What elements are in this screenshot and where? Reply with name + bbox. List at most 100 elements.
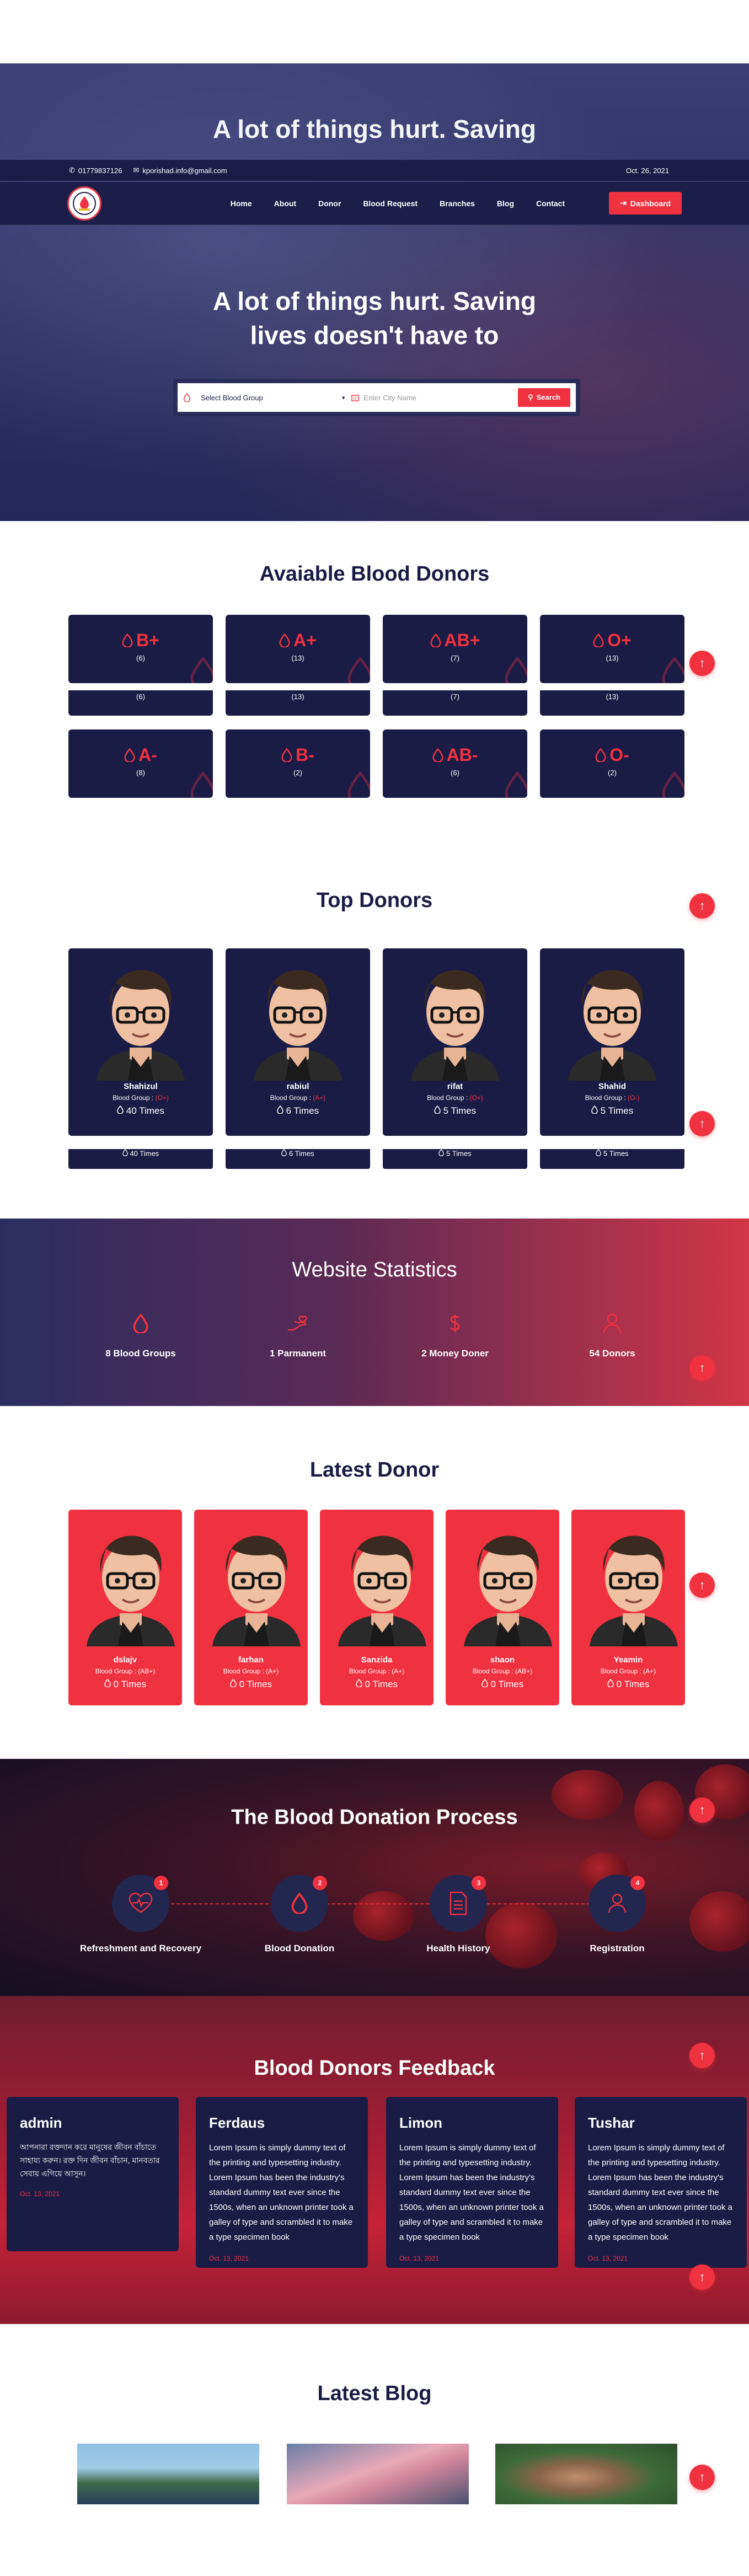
site-logo[interactable] <box>67 186 101 221</box>
blood-group-card-shadow: (7) <box>383 690 527 716</box>
blood-drop-icon <box>281 1149 287 1157</box>
blood-drop-icon <box>595 748 606 762</box>
search-button[interactable]: ⚲ Search <box>518 388 570 407</box>
top-donor-card[interactable]: rifat Blood Group : (O+) 5 Times <box>383 948 527 1136</box>
top-donor-card[interactable]: Shahid Blood Group : (O-) 5 Times <box>540 948 684 1136</box>
scroll-top-button[interactable]: ↑ <box>689 651 715 676</box>
search-bar: Select Blood Group ▾ Enter City Name ⚲ Se… <box>173 379 580 416</box>
blood-group-card[interactable]: O- (2) <box>540 729 684 798</box>
process-step-icon: 4 <box>588 1875 646 1932</box>
feedback-card: Tushar Lorem Ipsum is simply dummy text … <box>575 2097 747 2268</box>
nav-menu: Home About Donor Blood Request Branches … <box>101 199 565 208</box>
nav-home[interactable]: Home <box>231 199 252 208</box>
process-title: The Blood Donation Process <box>231 1806 518 1829</box>
blood-group-select[interactable]: Select Blood Group ▾ <box>183 393 345 402</box>
process-step-icon: 1 <box>112 1875 169 1932</box>
scroll-top-button[interactable]: ↑ <box>689 2264 715 2290</box>
arrow-up-icon: ↑ <box>699 2270 705 2284</box>
scroll-top-button[interactable]: ↑ <box>689 1355 715 1381</box>
dashboard-button[interactable]: ⇥ Dashboard <box>609 192 682 214</box>
donation-times: 0 Times <box>194 1678 308 1690</box>
stat-label: 1 Parmanent <box>269 1348 327 1359</box>
process-connector <box>143 1903 607 1904</box>
blood-drop-icon <box>430 634 441 647</box>
process-step-icon: 2 <box>271 1875 328 1932</box>
scroll-top-button[interactable]: ↑ <box>689 2043 715 2068</box>
latest-donor-card[interactable]: Sanzida Blood Group : (A+) 0 Times <box>320 1510 434 1705</box>
nav-about[interactable]: About <box>274 199 296 208</box>
nav-contact[interactable]: Contact <box>536 199 565 208</box>
avatar <box>453 1520 552 1646</box>
blood-group-card[interactable]: B+ (6) <box>68 615 213 683</box>
city-input[interactable]: Enter City Name <box>351 393 513 402</box>
latest-donor-card[interactable]: Yeamin Blood Group : (A+) 0 Times <box>571 1510 685 1705</box>
blood-drop-icon <box>662 771 684 798</box>
donation-times: 6 Times <box>226 1105 370 1117</box>
blood-drop-icon <box>279 634 290 647</box>
donation-times: 0 Times <box>446 1678 559 1690</box>
email-info: ✉ kporishad.info@gmail.com <box>133 166 227 175</box>
step-number: 4 <box>630 1876 645 1890</box>
blood-drop-icon <box>133 1313 148 1333</box>
stat-label: 8 Blood Groups <box>105 1348 176 1359</box>
feedback-text: আপনারা রক্তদান করে মানুষের জীবন বাঁচাতে … <box>20 2143 160 2178</box>
latest-donor-card[interactable]: dslajv Blood Group : (AB+) 0 Times <box>68 1510 182 1705</box>
search-icon: ⚲ <box>528 393 533 401</box>
avatar <box>400 954 510 1081</box>
document-icon <box>450 1891 467 1915</box>
donor-count: (6) <box>136 693 145 701</box>
blood-drop-icon <box>124 748 135 762</box>
top-donor-card[interactable]: rabiul Blood Group : (A+) 6 Times <box>226 948 370 1136</box>
donor-name: rifat <box>447 1082 463 1091</box>
blood-group-card[interactable]: A+ (13) <box>226 615 370 683</box>
blood-group-label: B- <box>296 745 314 765</box>
scroll-top-button[interactable]: ↑ <box>689 893 715 919</box>
donor-blood-group: Blood Group : (AB+) <box>472 1667 533 1675</box>
feedback-section: Blood Donors Feedback admin আপনারা রক্তদ… <box>0 1996 749 2324</box>
scroll-top-button[interactable]: ↑ <box>689 1111 715 1136</box>
blog-image[interactable] <box>287 2444 469 2504</box>
top-donor-card[interactable]: Shahizul Blood Group : (O+) 40 Times <box>68 948 213 1136</box>
arrow-up-icon: ↑ <box>699 1361 705 1375</box>
blood-group-card[interactable]: AB- (6) <box>383 729 527 798</box>
donor-name: shaon <box>490 1655 515 1665</box>
donation-times: 5 Times <box>383 1105 527 1117</box>
stat-item: 54 Donors <box>529 1304 695 1359</box>
latest-donor-card[interactable]: farhan Blood Group : (A+) 0 Times <box>194 1510 308 1705</box>
blood-drop-icon <box>505 657 527 683</box>
avatar <box>579 1520 678 1646</box>
blood-group-card[interactable]: O+ (13) <box>540 615 684 683</box>
current-date: Oct. 26, 2021 <box>625 166 669 175</box>
user-icon <box>608 1893 627 1913</box>
scroll-top-button[interactable]: ↑ <box>689 1573 715 1598</box>
latest-donor-card[interactable]: shaon Blood Group : (AB+) 0 Times <box>446 1510 559 1705</box>
nav-branches[interactable]: Branches <box>440 199 475 208</box>
blood-group-card[interactable]: AB+ (7) <box>383 615 527 683</box>
blood-group-label: B+ <box>136 630 159 650</box>
main-navbar: Home About Donor Blood Request Branches … <box>0 182 749 225</box>
donation-times: 5 Times <box>540 1105 684 1117</box>
email-icon: ✉ <box>133 166 140 174</box>
blog-image[interactable] <box>77 2444 259 2504</box>
building-icon <box>351 395 359 401</box>
process-step: 4 Registration <box>551 1875 683 1954</box>
nav-donor[interactable]: Donor <box>318 199 341 208</box>
avatar <box>327 1520 426 1646</box>
nav-blood-request[interactable]: Blood Request <box>363 199 418 208</box>
step-label: Health History <box>426 1943 490 1954</box>
blood-drop-icon <box>482 1678 488 1688</box>
blood-group-card[interactable]: B- (2) <box>226 729 370 798</box>
scroll-top-button[interactable]: ↑ <box>689 2465 715 2490</box>
stat-item: 8 Blood Groups <box>58 1304 223 1359</box>
donor-count: (7) <box>451 693 459 701</box>
blood-group-label: AB- <box>446 745 478 765</box>
blood-group-card[interactable]: A- (8) <box>68 729 213 798</box>
step-label: Refreshment and Recovery <box>79 1943 202 1954</box>
scroll-top-button[interactable]: ↑ <box>689 1797 715 1823</box>
blood-drop-icon <box>281 748 292 762</box>
donor-blood-group: Blood Group : (A+) <box>600 1667 656 1675</box>
feedback-card: Ferdaus Lorem Ipsum is simply dummy text… <box>196 2097 368 2268</box>
blog-image[interactable] <box>495 2444 677 2504</box>
donor-blood-group: Blood Group : (AB+) <box>95 1667 156 1675</box>
nav-blog[interactable]: Blog <box>497 199 514 208</box>
